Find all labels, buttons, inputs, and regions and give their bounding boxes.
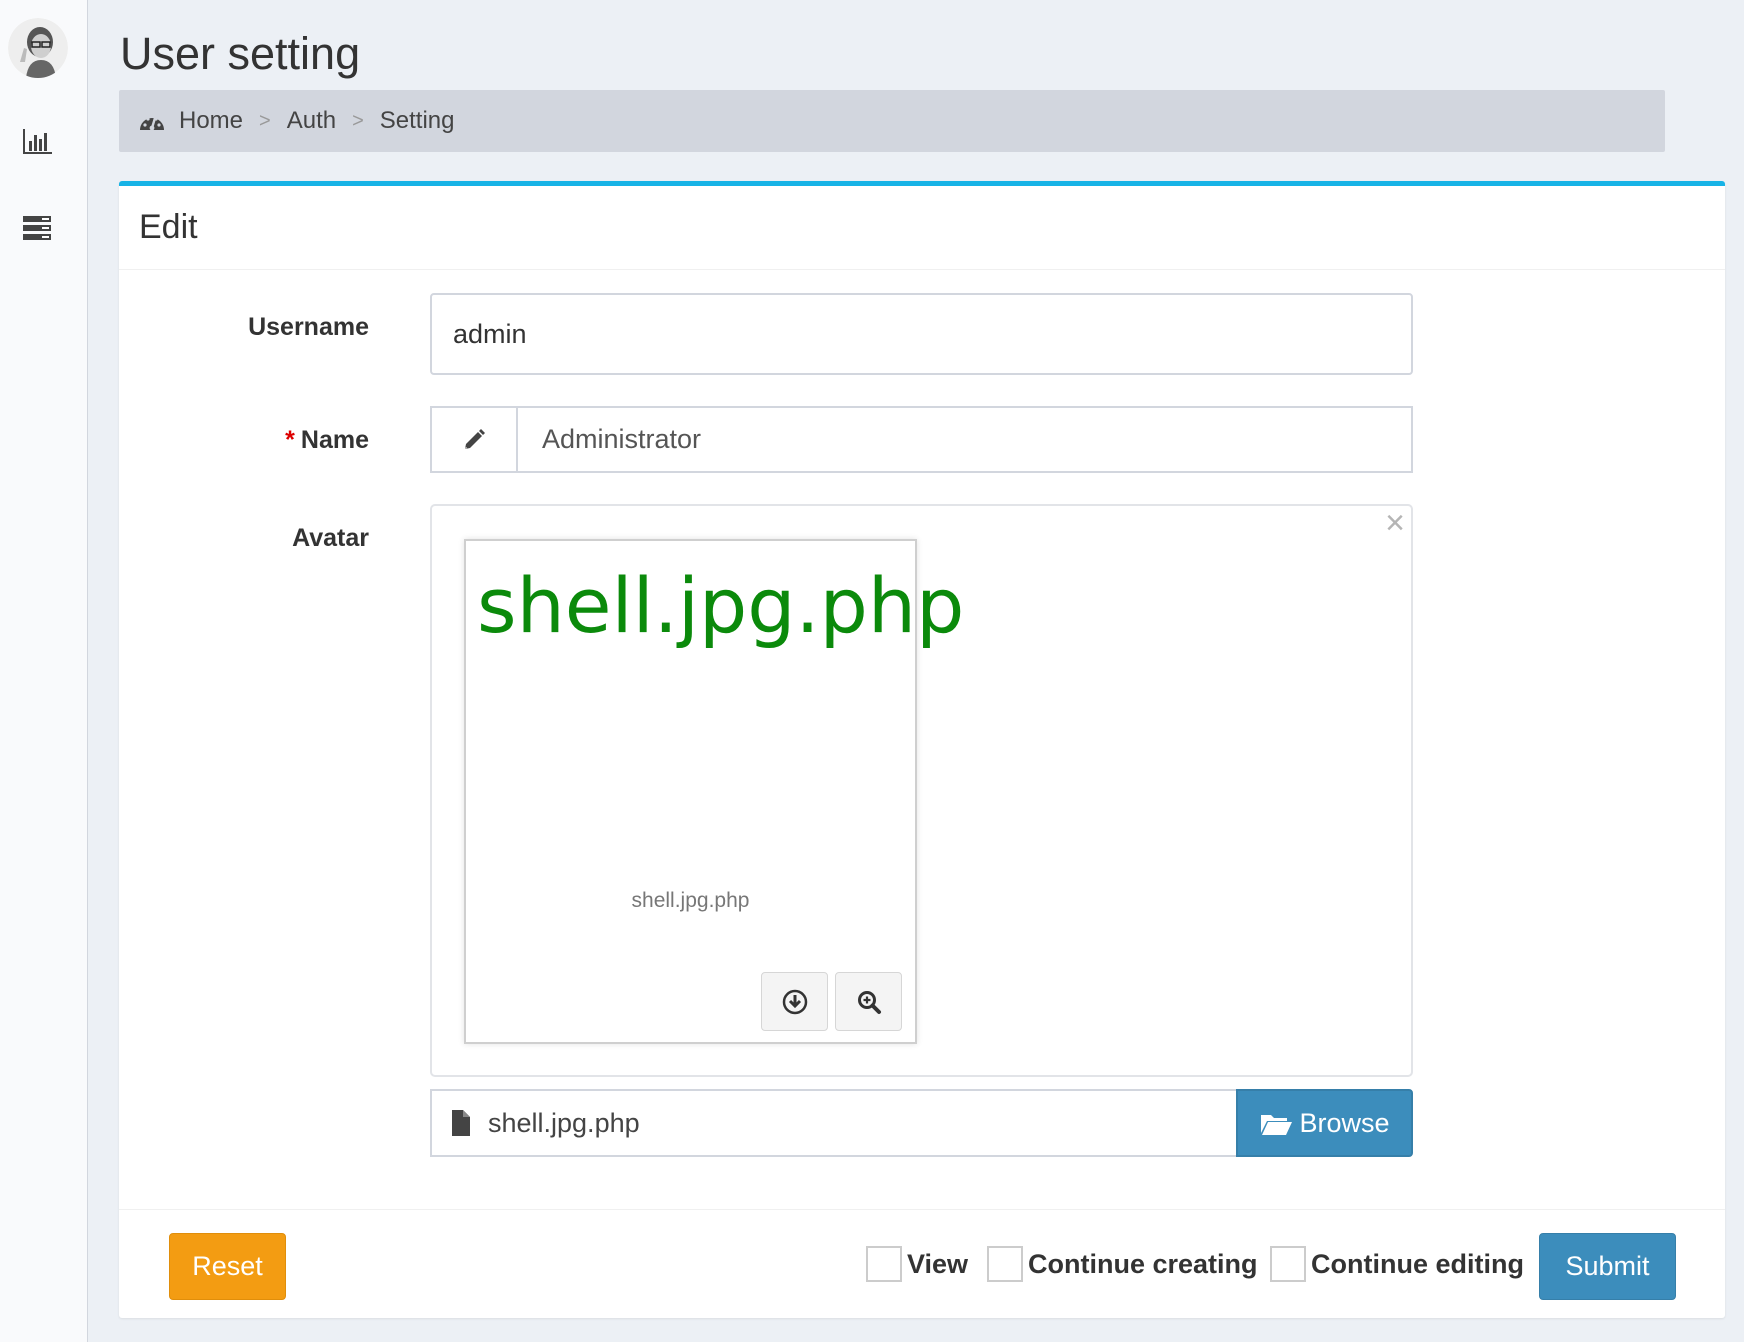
breadcrumb-separator: > <box>352 109 364 132</box>
view-checkbox[interactable]: View <box>866 1246 968 1282</box>
breadcrumb-home[interactable]: Home <box>179 107 243 135</box>
close-icon[interactable]: × <box>1385 506 1405 540</box>
checkbox-label: View <box>907 1248 969 1279</box>
pencil-icon <box>432 408 518 471</box>
box-header: Edit <box>119 186 1725 270</box>
name-field[interactable]: Administrator <box>518 408 701 471</box>
bar-chart-icon[interactable] <box>22 127 54 155</box>
edit-box: Edit Username admin * Name Administrator … <box>119 181 1725 1318</box>
zoom-button[interactable] <box>835 972 902 1031</box>
browse-button[interactable]: Browse <box>1236 1089 1413 1157</box>
file-name-field[interactable]: shell.jpg.php <box>430 1089 1236 1157</box>
checkbox-label: Continue editing <box>1311 1248 1524 1279</box>
file-icon <box>452 1110 470 1136</box>
preview-image-text: shell.jpg.php <box>477 561 965 650</box>
dashboard-icon <box>140 117 164 131</box>
avatar-label: Avatar <box>292 524 369 552</box>
avatar-preview-panel: × shell.jpg.php shell.jpg.php <box>430 504 1413 1077</box>
username-label: Username <box>248 313 369 341</box>
download-button[interactable] <box>761 972 828 1031</box>
name-label: * Name <box>285 426 369 455</box>
avatar[interactable] <box>8 18 68 78</box>
box-footer: Reset View Continue creating Continue ed… <box>119 1209 1725 1318</box>
name-input-group: Administrator <box>430 406 1413 473</box>
checkbox-box[interactable] <box>866 1246 902 1282</box>
checkbox-label: Continue creating <box>1028 1248 1258 1279</box>
list-icon[interactable] <box>22 214 54 242</box>
sidebar <box>0 0 88 1342</box>
username-field[interactable]: admin <box>430 293 1413 375</box>
continue-creating-checkbox[interactable]: Continue creating <box>987 1246 1258 1282</box>
breadcrumb-setting: Setting <box>379 107 455 134</box>
file-input-group: shell.jpg.php Browse <box>430 1089 1413 1157</box>
page-title: User setting <box>120 28 361 79</box>
checkbox-box[interactable] <box>1270 1246 1306 1282</box>
file-name-text: shell.jpg.php <box>488 1107 640 1138</box>
zoom-in-icon <box>857 990 881 1014</box>
box-title: Edit <box>139 208 198 246</box>
file-preview-card: shell.jpg.php shell.jpg.php <box>464 539 964 1044</box>
download-icon <box>782 989 807 1014</box>
preview-caption: shell.jpg.php <box>631 889 750 912</box>
continue-editing-checkbox[interactable]: Continue editing <box>1270 1246 1524 1282</box>
required-marker: * <box>285 426 295 454</box>
browse-label: Browse <box>1299 1107 1390 1138</box>
breadcrumb-separator: > <box>259 109 271 132</box>
breadcrumb-auth[interactable]: Auth <box>287 107 336 135</box>
submit-button[interactable]: Submit <box>1539 1233 1676 1300</box>
breadcrumb: Home > Auth > Setting <box>119 90 1665 152</box>
reset-button[interactable]: Reset <box>169 1233 286 1300</box>
name-label-text: Name <box>300 426 369 454</box>
checkbox-box[interactable] <box>987 1246 1023 1282</box>
folder-open-icon <box>1261 1115 1293 1135</box>
user-avatar-image <box>8 18 68 78</box>
